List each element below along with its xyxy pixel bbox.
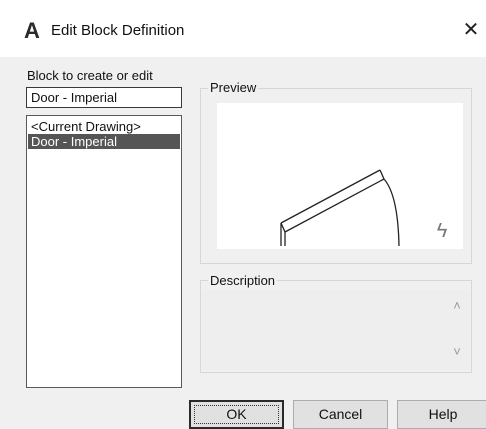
- title-bar[interactable]: A Edit Block Definition ✕: [0, 0, 486, 57]
- dialog-title: Edit Block Definition: [51, 22, 185, 39]
- focus-rectangle: [194, 405, 279, 424]
- autocad-icon: A: [24, 18, 40, 43]
- scroll-down-icon[interactable]: ˅: [446, 343, 468, 361]
- block-name-input[interactable]: [26, 87, 182, 108]
- list-item[interactable]: Door - Imperial: [28, 134, 180, 149]
- scroll-up-icon[interactable]: ˄: [446, 297, 468, 315]
- edit-block-definition-dialog: A Edit Block Definition ✕ Block to creat…: [0, 0, 486, 429]
- close-icon: ✕: [462, 19, 480, 41]
- block-to-edit-label: Block to create or edit: [27, 68, 153, 83]
- help-button[interactable]: Help: [397, 400, 486, 429]
- description-label: Description: [208, 273, 278, 289]
- list-item[interactable]: <Current Drawing>: [28, 119, 180, 134]
- help-button-label: Help: [428, 406, 458, 422]
- close-button[interactable]: ✕: [458, 16, 484, 44]
- description-textbox[interactable]: [202, 290, 470, 370]
- block-list[interactable]: <Current Drawing> Door - Imperial: [26, 115, 182, 388]
- lightning-icon: ϟ: [436, 220, 448, 242]
- cancel-button-label: Cancel: [318, 406, 363, 422]
- door-preview-graphic: [280, 169, 400, 247]
- ok-button[interactable]: OK: [189, 400, 284, 429]
- cancel-button[interactable]: Cancel: [293, 400, 388, 429]
- block-preview: ϟ: [217, 103, 463, 249]
- preview-label: Preview: [208, 80, 259, 96]
